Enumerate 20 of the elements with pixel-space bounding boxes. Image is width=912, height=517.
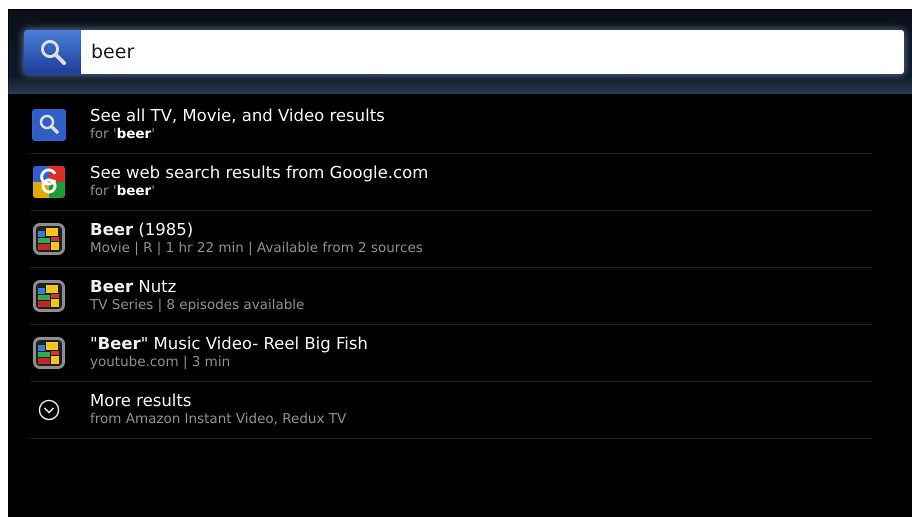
app-icon (33, 280, 65, 312)
result-title[interactable]: More results (90, 391, 346, 412)
result-title[interactable]: See web search results from Google.com (90, 163, 428, 184)
result-subtitle: Movie | R | 1 hr 22 min | Available from 2 sources (90, 240, 423, 258)
search-button[interactable] (24, 30, 81, 74)
search-field[interactable]: beer (81, 30, 904, 74)
search-icon (38, 38, 66, 66)
result-subtitle: for 'beer' (90, 126, 156, 144)
chevron-down-circle-icon (38, 399, 60, 421)
result-subtitle: for 'beer' (90, 183, 156, 201)
result-title[interactable]: "Beer" Music Video- Reel Big Fish (90, 334, 368, 354)
result-title[interactable]: Beer (1985) (90, 220, 423, 240)
search-icon (32, 109, 66, 141)
app-icon (33, 337, 65, 369)
result-subtitle: youtube.com | 3 min (90, 354, 232, 372)
app-icon (33, 223, 65, 255)
result-title[interactable]: See all TV, Movie, and Video results (90, 106, 385, 126)
result-subtitle: TV Series | 8 episodes available (90, 297, 304, 315)
result-subtitle: from Amazon Instant Video, Redux TV (90, 411, 346, 429)
result-title[interactable]: Beer Nutz (90, 277, 304, 298)
